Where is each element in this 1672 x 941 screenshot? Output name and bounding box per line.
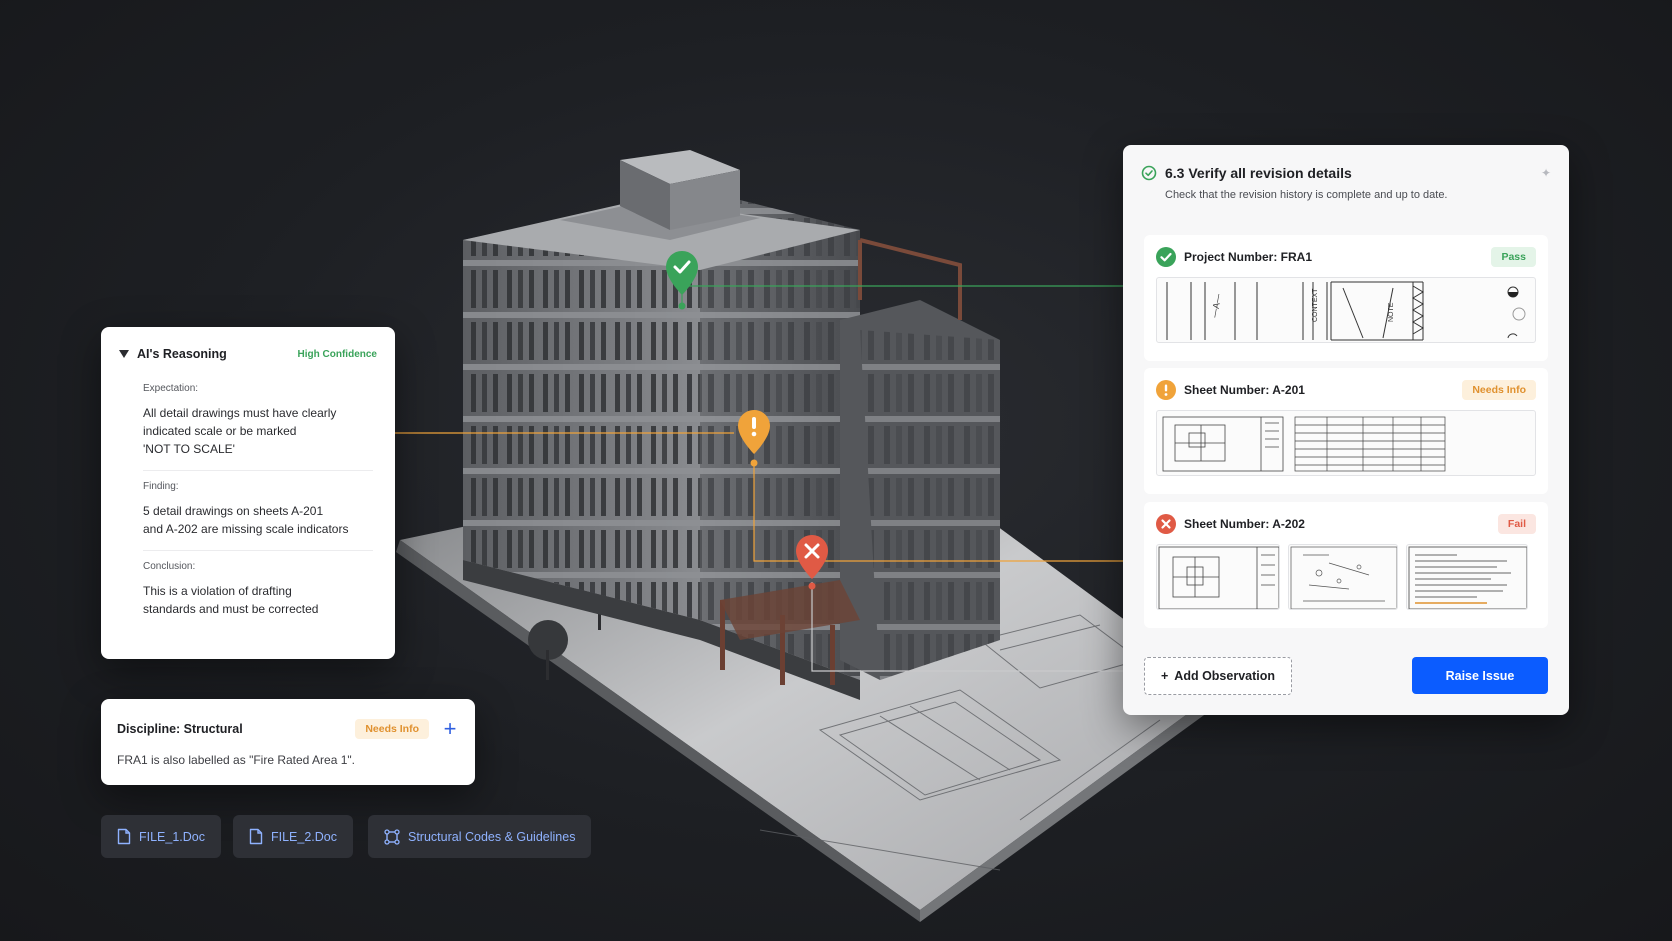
file-button-2[interactable]: FILE_2.Doc bbox=[233, 815, 354, 858]
collapse-triangle-icon[interactable] bbox=[119, 350, 129, 358]
add-observation-label: Add Observation bbox=[1174, 669, 1276, 683]
conclusion-label: Conclusion: bbox=[143, 561, 196, 572]
drawing-thumbnail[interactable] bbox=[1288, 544, 1398, 610]
confidence-label: High Confidence bbox=[297, 348, 377, 360]
conclusion-section: Conclusion: This is a violation of draft… bbox=[143, 550, 373, 630]
expectation-section: Expectation: All detail drawings must ha… bbox=[143, 373, 373, 470]
svg-text:NOTE: NOTE bbox=[1388, 302, 1395, 322]
check-item-name: Project Number: FRA1 bbox=[1184, 250, 1313, 264]
document-icon bbox=[117, 828, 131, 845]
fail-marker[interactable] bbox=[795, 534, 829, 580]
check-circle-icon bbox=[1141, 165, 1157, 181]
check-item-name: Sheet Number: A-201 bbox=[1184, 383, 1305, 397]
reasoning-header[interactable]: AI's Reasoning High Confidence bbox=[119, 347, 377, 361]
file-button-1[interactable]: FILE_1.Doc bbox=[101, 815, 222, 858]
discipline-text: FRA1 is also labelled as "Fire Rated Are… bbox=[117, 753, 355, 767]
check-item-project-number[interactable]: Project Number: FRA1 Pass —A— CONTEXT NO… bbox=[1144, 235, 1548, 361]
scene: AI's Reasoning High Confidence Expectati… bbox=[0, 0, 1672, 941]
file-label: Structural Codes & Guidelines bbox=[408, 829, 576, 844]
check-item-sheet-a201[interactable]: Sheet Number: A-201 Needs Info bbox=[1144, 368, 1548, 494]
verification-panel: 6.3 Verify all revision details ✦ Check … bbox=[1123, 145, 1569, 715]
status-badge: Fail bbox=[1497, 514, 1536, 534]
check-item-sheet-a202[interactable]: Sheet Number: A-202 Fail bbox=[1144, 502, 1548, 628]
raise-issue-button[interactable]: Raise Issue bbox=[1412, 657, 1548, 694]
finding-label: Finding: bbox=[143, 481, 179, 492]
pass-circle-icon bbox=[1156, 247, 1176, 267]
finding-section: Finding: 5 detail drawings on sheets A-2… bbox=[143, 470, 373, 550]
panel-title: 6.3 Verify all revision details bbox=[1165, 165, 1352, 181]
codes-guidelines-button[interactable]: Structural Codes & Guidelines bbox=[368, 815, 592, 858]
status-badge: Pass bbox=[1491, 247, 1536, 267]
warning-circle-icon bbox=[1156, 380, 1176, 400]
discipline-card: Discipline: Structural Needs Info + FRA1… bbox=[101, 699, 475, 785]
drawing-thumbnail[interactable] bbox=[1156, 544, 1280, 610]
discipline-title: Discipline: Structural bbox=[117, 722, 243, 736]
framework-icon bbox=[384, 828, 400, 845]
drawing-thumbnail[interactable]: —A— CONTEXT NOTE bbox=[1156, 277, 1536, 343]
exclamation-icon bbox=[751, 417, 757, 437]
file-label: FILE_1.Doc bbox=[139, 829, 206, 844]
add-observation-button[interactable]: + Add Observation bbox=[1144, 657, 1292, 695]
expectation-text: All detail drawings must have clearly in… bbox=[143, 406, 337, 456]
status-badge: Needs Info bbox=[1462, 380, 1536, 400]
drawing-thumbnail[interactable] bbox=[1156, 410, 1536, 476]
document-icon bbox=[249, 828, 263, 845]
ai-reasoning-card: AI's Reasoning High Confidence Expectati… bbox=[101, 327, 395, 659]
drawing-thumbnail[interactable] bbox=[1406, 544, 1528, 610]
reasoning-title: AI's Reasoning bbox=[137, 347, 227, 361]
plus-icon: + bbox=[1160, 669, 1169, 683]
panel-subtitle: Check that the revision history is compl… bbox=[1165, 189, 1448, 201]
add-icon[interactable]: + bbox=[441, 718, 459, 740]
warn-marker[interactable] bbox=[737, 409, 771, 455]
svg-text:—A—: —A— bbox=[1209, 293, 1223, 318]
sparkle-icon[interactable]: ✦ bbox=[1541, 166, 1551, 180]
file-label: FILE_2.Doc bbox=[271, 829, 338, 844]
conclusion-text: This is a violation of drafting standard… bbox=[143, 584, 319, 616]
svg-text:CONTEXT: CONTEXT bbox=[1312, 288, 1319, 322]
expectation-label: Expectation: bbox=[143, 383, 199, 394]
status-badge: Needs Info bbox=[355, 719, 429, 739]
pass-marker[interactable] bbox=[665, 250, 699, 296]
check-item-name: Sheet Number: A-202 bbox=[1184, 517, 1305, 531]
fail-circle-icon bbox=[1156, 514, 1176, 534]
finding-text: 5 detail drawings on sheets A-201 and A-… bbox=[143, 504, 349, 536]
